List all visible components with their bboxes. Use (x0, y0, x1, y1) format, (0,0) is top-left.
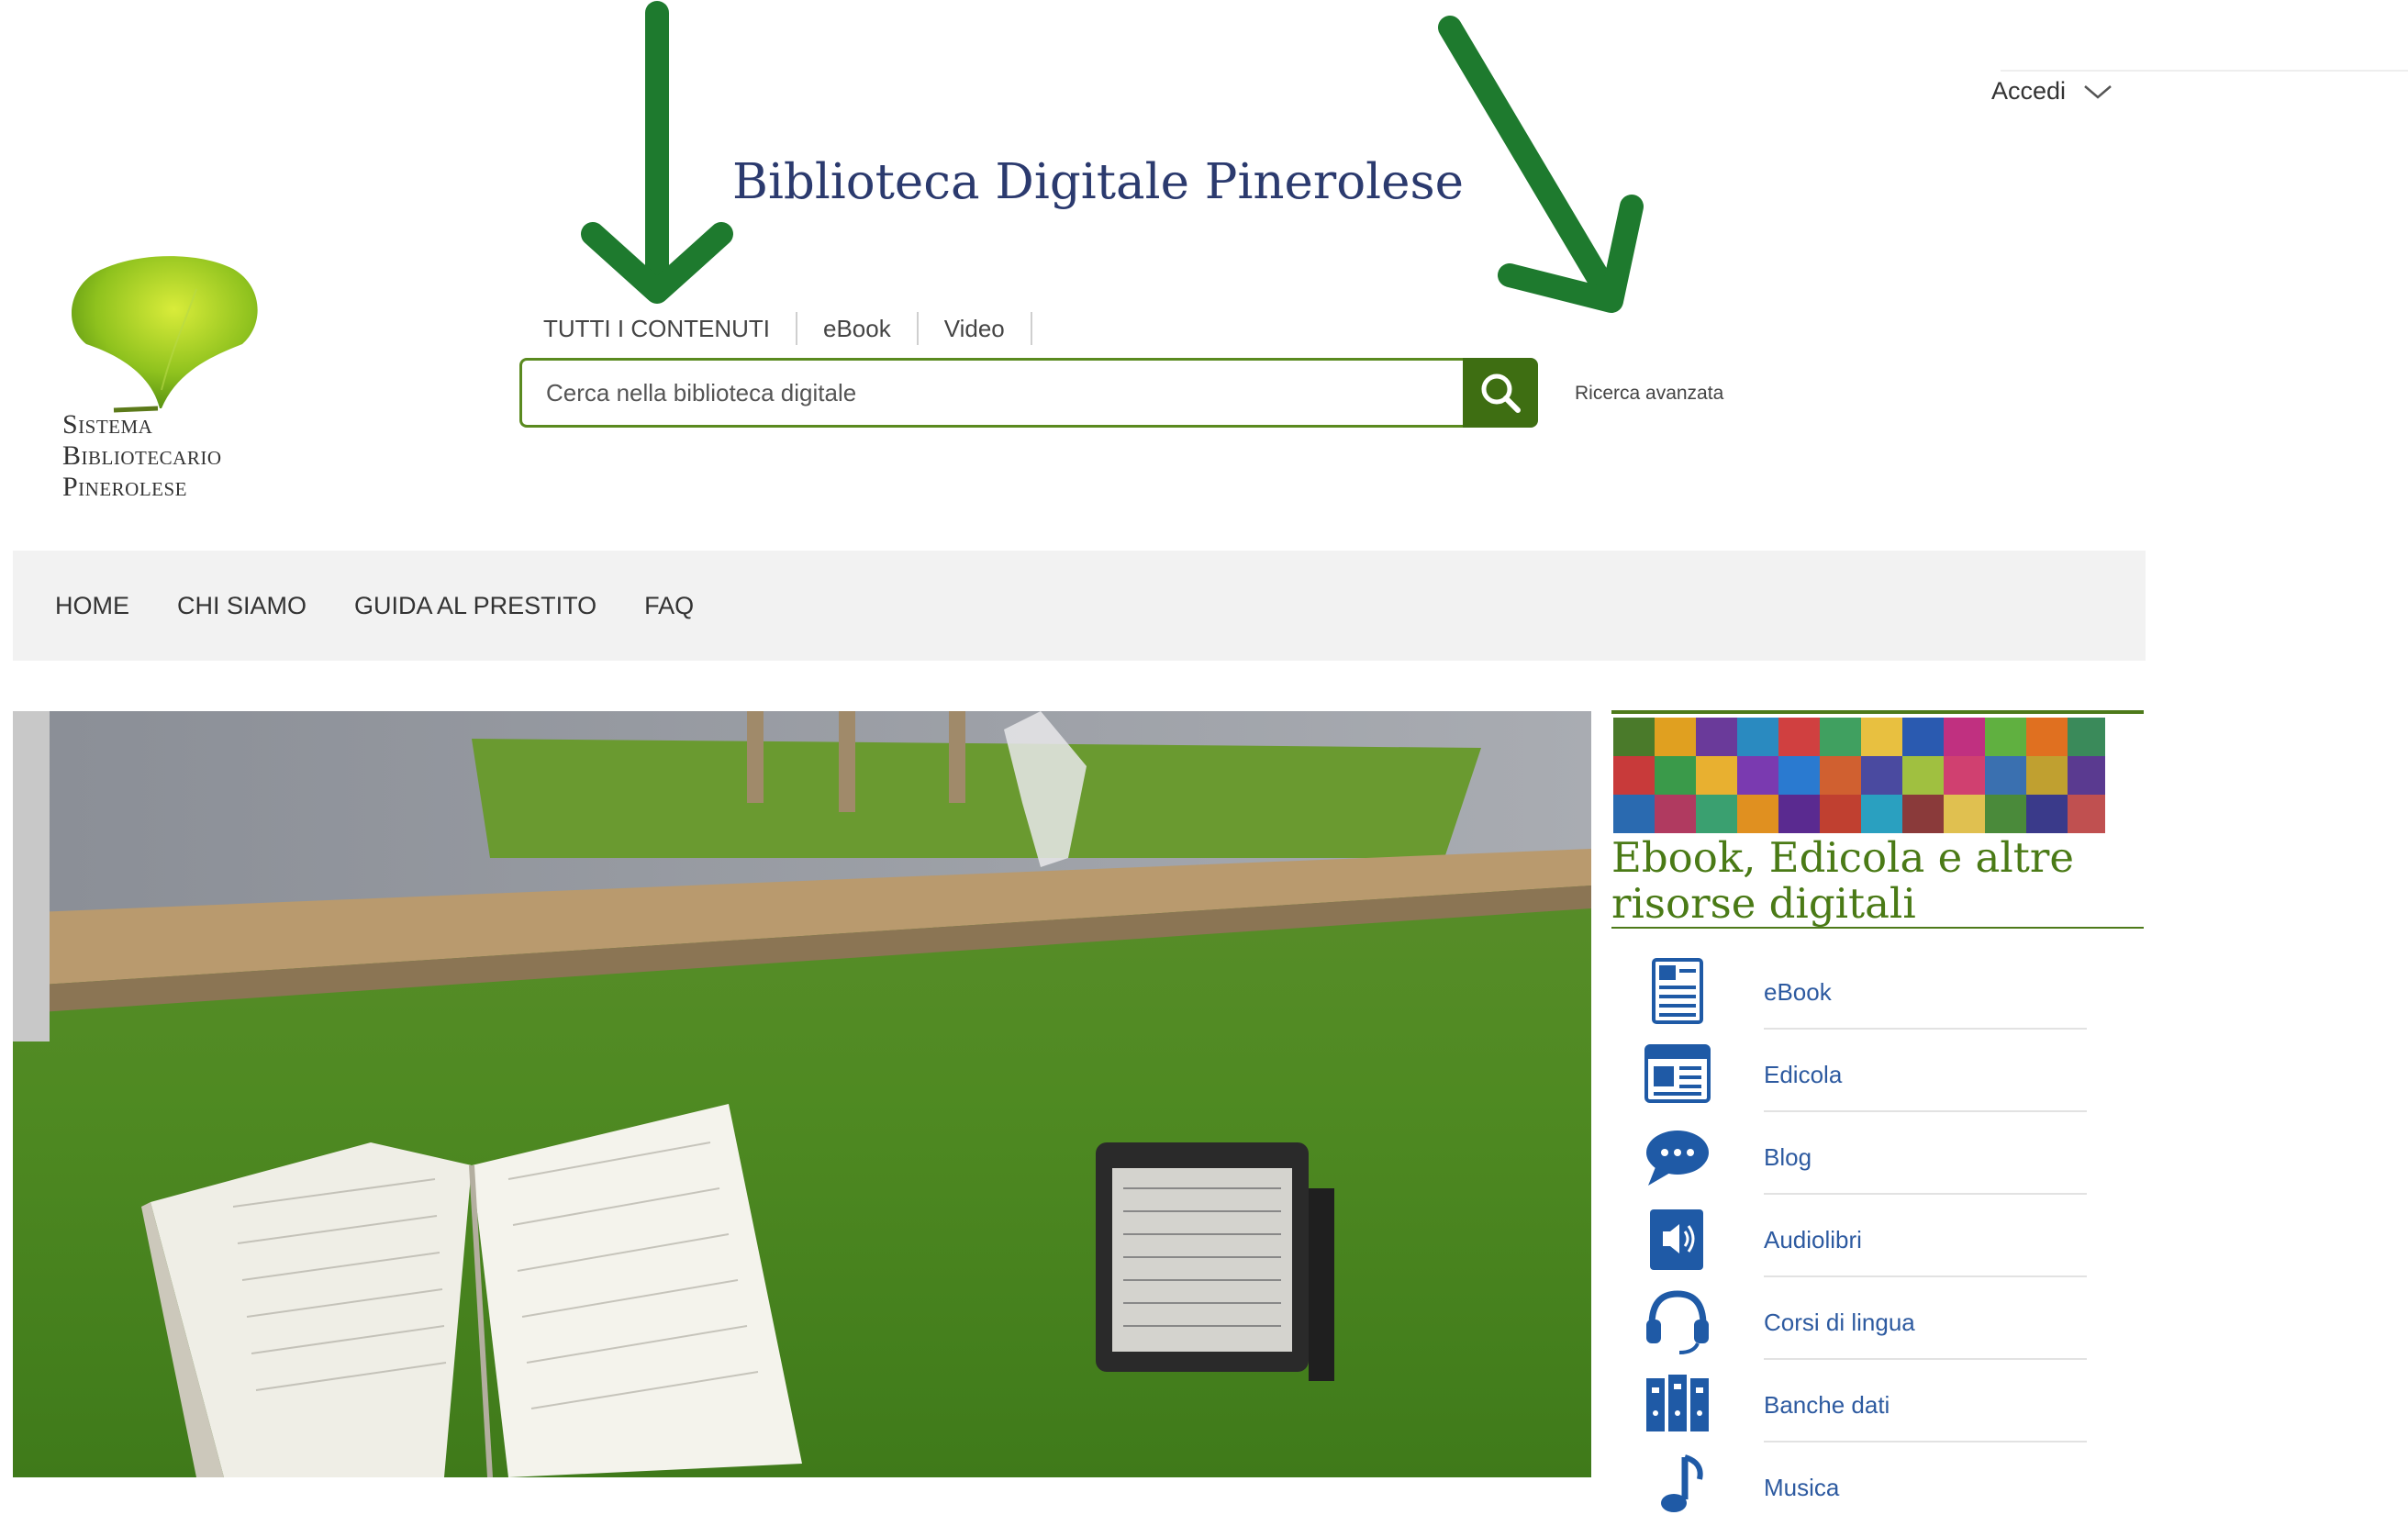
top-divider (2001, 70, 2408, 72)
resource-item-musica[interactable]: Musica (1643, 1442, 2087, 1526)
nav-item-faq[interactable]: FAQ (644, 592, 694, 620)
tab-ebook[interactable]: eBook (797, 312, 919, 345)
ebook-icon (1652, 958, 1703, 1024)
main-nav: HOME CHI SIAMO GUIDA AL PRESTITO FAQ (55, 592, 694, 620)
panel-top-border (1611, 710, 2144, 714)
login-dropdown[interactable]: Accedi (1991, 77, 2113, 106)
nav-item-chi-siamo[interactable]: CHI SIAMO (177, 592, 307, 620)
site-title: Biblioteca Digitale Pinerolese (732, 154, 1465, 210)
hero-image-book-and-ereader (13, 711, 1591, 1477)
search-box (519, 358, 1463, 428)
logo-line: Sistema (62, 409, 153, 440)
newspaper-icon (1644, 1044, 1711, 1103)
resource-label: Audiolibri (1764, 1226, 1862, 1253)
resource-label: Edicola (1764, 1061, 1843, 1088)
search-icon (1481, 373, 1521, 413)
search-button[interactable] (1463, 358, 1538, 428)
search-scope-tabs: TUTTI I CONTENUTI eBook Video (543, 312, 1032, 345)
resource-item-audiolibri[interactable]: Audiolibri (1643, 1195, 2087, 1278)
ereader-device (1096, 1142, 1334, 1381)
login-label: Accedi (1991, 77, 2067, 105)
chat-bubble-icon (1646, 1131, 1709, 1186)
tab-all-content[interactable]: TUTTI I CONTENUTI (543, 312, 797, 345)
nav-item-guida-prestito[interactable]: GUIDA AL PRESTITO (354, 592, 596, 620)
logo-text: Sistema Bibliotecario Pinerolese (62, 409, 222, 503)
chevron-down-icon (2084, 84, 2112, 99)
headset-icon (1646, 1290, 1709, 1354)
panel-title-underline (1611, 927, 2144, 929)
binders-icon (1646, 1375, 1709, 1431)
resource-item-blog[interactable]: Blog (1643, 1112, 2087, 1196)
logo-line: Pinerolese (62, 472, 188, 502)
audio-book-icon (1650, 1209, 1703, 1270)
resource-label: Musica (1764, 1474, 1840, 1501)
resource-item-corsi-lingua[interactable]: Corsi di lingua (1643, 1277, 2087, 1361)
resource-label: Corsi di lingua (1764, 1309, 1915, 1336)
resource-label: Banche dati (1764, 1391, 1890, 1419)
resource-label: eBook (1764, 978, 1832, 1006)
annotation-arrow-right (1438, 16, 1644, 313)
resource-label: Blog (1764, 1143, 1812, 1171)
panel-title: Ebook, Edicola e altre risorse digitali (1611, 833, 2074, 928)
tab-video[interactable]: Video (919, 312, 1032, 345)
music-note-icon (1661, 1454, 1703, 1512)
resource-item-banche-dati[interactable]: Banche dati (1643, 1360, 2087, 1443)
annotation-arrow-left (581, 1, 733, 304)
logo-line: Bibliotecario (62, 440, 222, 471)
colorful-mosaic-banner (1613, 718, 2105, 833)
search-input[interactable] (522, 361, 1463, 425)
advanced-search-link[interactable]: Ricerca avanzata (1575, 383, 1723, 405)
resource-item-ebook[interactable]: eBook (1643, 947, 2087, 1030)
resource-item-edicola[interactable]: Edicola (1643, 1030, 2087, 1113)
nav-item-home[interactable]: HOME (55, 592, 129, 620)
